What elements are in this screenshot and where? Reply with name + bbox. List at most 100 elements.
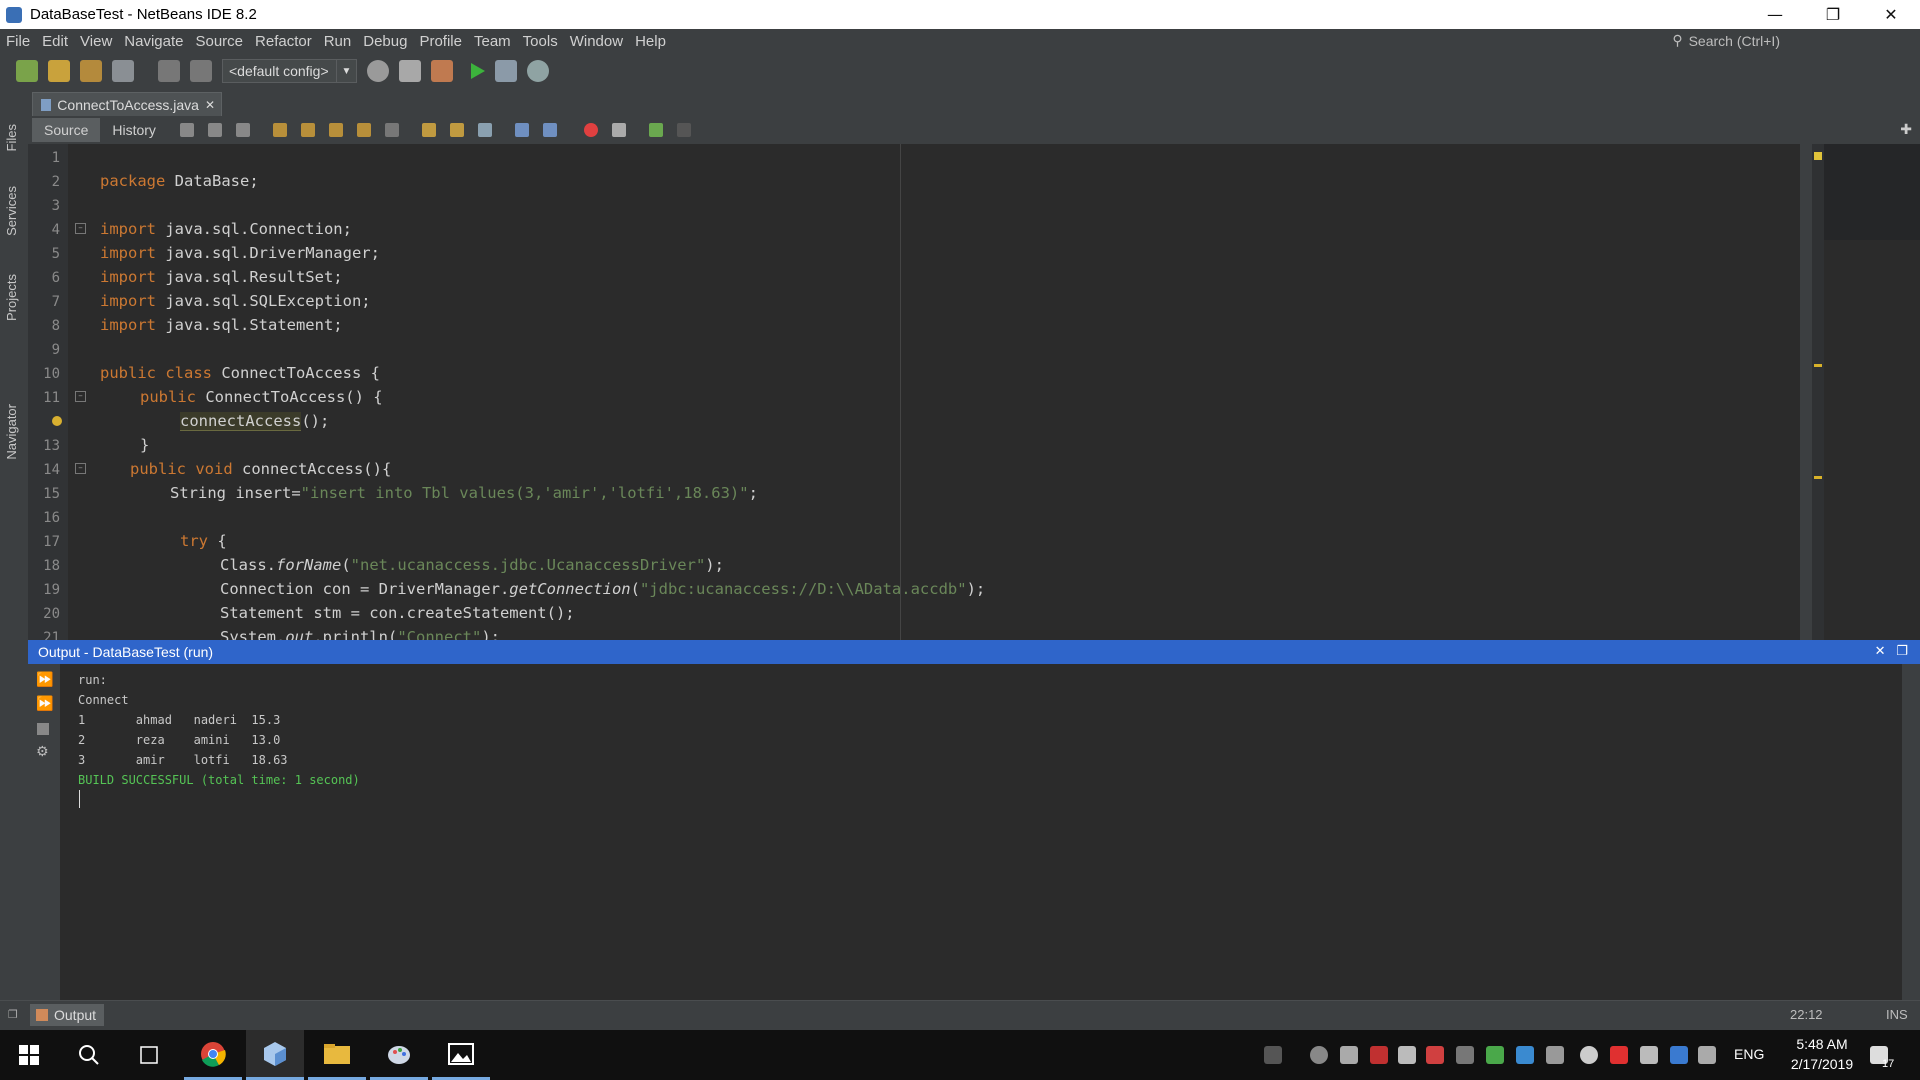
output-window-tab[interactable]: Output [30, 1004, 104, 1026]
run-icon[interactable] [471, 63, 485, 79]
close-tab-icon[interactable]: ✕ [205, 98, 215, 112]
fold-toggle-icon[interactable]: – [75, 463, 86, 474]
menu-navigate[interactable]: Navigate [118, 33, 189, 50]
app-tray-icon[interactable] [1426, 1046, 1444, 1064]
fold-toggle-icon[interactable]: – [75, 391, 86, 402]
forward-icon[interactable] [235, 123, 250, 137]
windows-start-icon[interactable] [0, 1030, 58, 1080]
restore-icon[interactable]: ❐ [1804, 0, 1862, 29]
menu-debug[interactable]: Debug [357, 33, 413, 50]
menu-edit[interactable]: Edit [36, 33, 74, 50]
undo-icon[interactable] [158, 60, 180, 82]
display-icon[interactable] [1698, 1046, 1716, 1064]
new-project-icon[interactable] [48, 60, 70, 82]
search-input[interactable]: Search (Ctrl+I) [1689, 33, 1780, 49]
minimize-icon[interactable]: — [1746, 0, 1804, 29]
start-macro-icon[interactable] [583, 123, 598, 137]
photos-icon[interactable] [432, 1030, 490, 1080]
output-panel-header[interactable]: Output - DataBaseTest (run) ✕ ❐ [28, 640, 1920, 664]
task-view-icon[interactable] [120, 1030, 178, 1080]
settings-wrench-icon[interactable]: ⚙ [36, 744, 49, 760]
warning-marker-icon[interactable] [1814, 152, 1822, 160]
menu-refactor[interactable]: Refactor [249, 33, 318, 50]
profile-icon[interactable] [527, 60, 549, 82]
network-icon[interactable] [1310, 1046, 1328, 1064]
shift-left-icon[interactable] [514, 123, 529, 137]
volume-icon[interactable] [1640, 1046, 1658, 1064]
comment-icon[interactable] [648, 123, 663, 137]
source-tab[interactable]: Source [32, 118, 101, 142]
toggle-bookmark-icon[interactable] [477, 123, 492, 137]
shift-right-icon[interactable] [542, 123, 557, 137]
editor-file-tab[interactable]: ConnectToAccess.java ✕ [32, 92, 222, 116]
find-next-icon[interactable] [300, 123, 315, 137]
split-editor-icon[interactable]: ✚ [1900, 122, 1912, 138]
find-prev-icon[interactable] [272, 123, 287, 137]
app-tray-icon[interactable] [1546, 1046, 1564, 1064]
toggle-rect-select-icon[interactable] [356, 123, 371, 137]
output-scrollbar[interactable] [1902, 664, 1920, 1000]
app-tray-icon[interactable] [1486, 1046, 1504, 1064]
prev-bookmark-icon[interactable] [421, 123, 436, 137]
output-console[interactable] [60, 664, 1902, 1000]
clean-build-icon[interactable] [431, 60, 453, 82]
redo-icon[interactable] [190, 60, 212, 82]
chrome-icon[interactable] [184, 1030, 242, 1080]
debug-icon[interactable] [495, 60, 517, 82]
app-tray-icon[interactable] [1340, 1046, 1358, 1064]
menu-run[interactable]: Run [318, 33, 358, 50]
build-hammer-icon[interactable] [399, 60, 421, 82]
navigator-tab[interactable]: Navigator [4, 404, 19, 460]
services-tab[interactable]: Services [4, 186, 19, 236]
rerun-icon[interactable]: ⏩ [36, 672, 53, 688]
app-tray-icon[interactable] [1456, 1046, 1474, 1064]
files-tab[interactable]: Files [4, 124, 19, 151]
menu-window[interactable]: Window [564, 33, 629, 50]
minimized-windows-icon[interactable]: ❐ [8, 1008, 18, 1021]
stop-macro-icon[interactable] [611, 123, 626, 137]
new-file-icon[interactable] [16, 60, 38, 82]
editor-scrollbar[interactable] [1800, 144, 1812, 640]
people-icon[interactable] [1264, 1046, 1282, 1064]
menu-team[interactable]: Team [468, 33, 517, 50]
save-all-icon[interactable] [112, 60, 134, 82]
app-tray-icon[interactable] [1370, 1046, 1388, 1064]
toggle-highlight-icon[interactable] [328, 123, 343, 137]
globe-icon[interactable] [367, 60, 389, 82]
file-explorer-icon[interactable] [308, 1030, 366, 1080]
menu-view[interactable]: View [74, 33, 118, 50]
paint-icon[interactable] [370, 1030, 428, 1080]
fold-toggle-icon[interactable]: – [75, 223, 86, 234]
app-tray-icon[interactable] [1398, 1046, 1416, 1064]
hint-bulb-icon[interactable] [52, 416, 62, 426]
warning-stripe-mark[interactable] [1814, 364, 1822, 367]
code-minimap[interactable] [1824, 144, 1920, 240]
input-language[interactable]: ENG [1734, 1046, 1764, 1062]
open-project-icon[interactable] [80, 60, 102, 82]
app-tray-icon[interactable] [1610, 1046, 1628, 1064]
search-box[interactable]: ⚲ Search (Ctrl+I) [1672, 32, 1780, 49]
menu-source[interactable]: Source [189, 33, 249, 50]
warning-stripe-mark[interactable] [1814, 476, 1822, 479]
system-clock[interactable]: 5:48 AM 2/17/2019 [1774, 1034, 1870, 1074]
stop-icon[interactable] [37, 723, 49, 735]
menu-profile[interactable]: Profile [413, 33, 468, 50]
bookmark-icon[interactable] [384, 123, 399, 137]
onedrive-icon[interactable] [1580, 1046, 1598, 1064]
history-tab[interactable]: History [100, 118, 168, 142]
next-bookmark-icon[interactable] [449, 123, 464, 137]
app-tray-icon[interactable] [1516, 1046, 1534, 1064]
last-edit-icon[interactable] [179, 123, 194, 137]
back-icon[interactable] [207, 123, 222, 137]
menu-tools[interactable]: Tools [517, 33, 564, 50]
uncomment-icon[interactable] [676, 123, 691, 137]
close-icon[interactable]: ✕ [1875, 643, 1886, 658]
config-select[interactable]: <default config> ▼ [222, 59, 357, 83]
menu-help[interactable]: Help [629, 33, 672, 50]
projects-tab[interactable]: Projects [4, 274, 19, 321]
app-tray-icon[interactable] [1670, 1046, 1688, 1064]
close-icon[interactable]: ✕ [1862, 0, 1920, 29]
undock-icon[interactable]: ❐ [1896, 643, 1908, 658]
menu-file[interactable]: File [0, 33, 36, 50]
rerun-with-params-icon[interactable]: ⏩ [36, 696, 53, 712]
